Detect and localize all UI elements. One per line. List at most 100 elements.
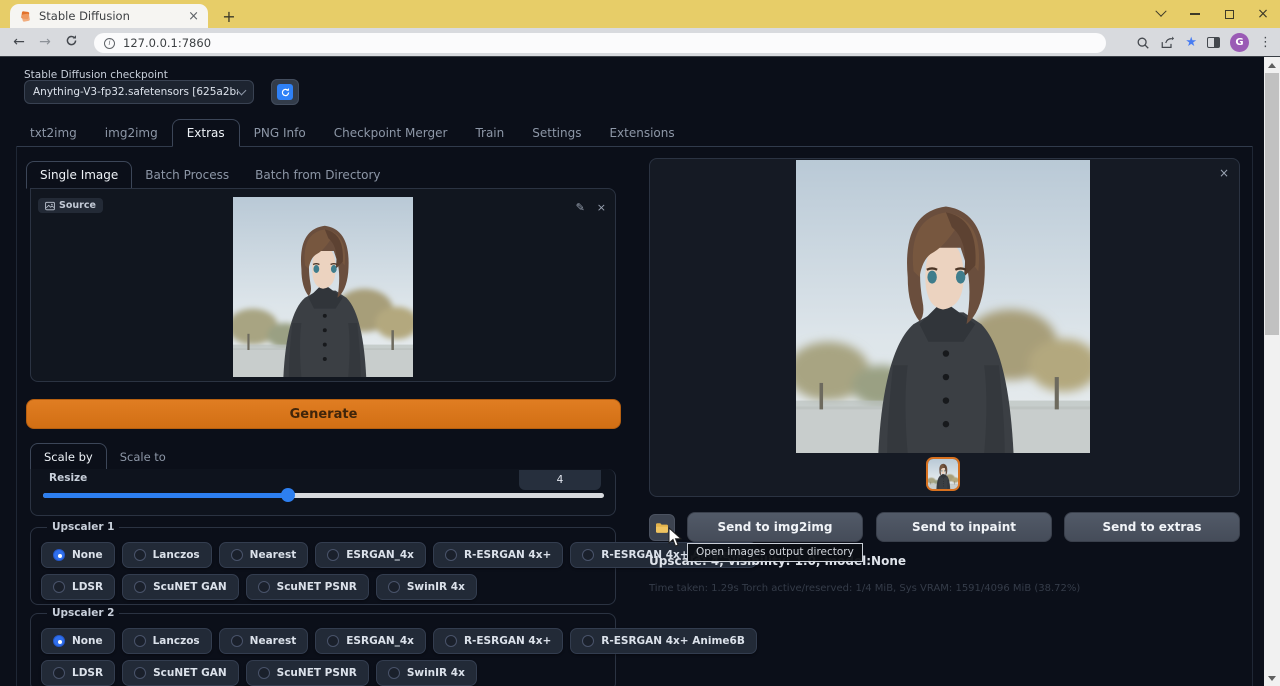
reload-button[interactable] [58,34,84,51]
subtab-single-image[interactable]: Single Image [26,161,132,189]
option-label: None [72,549,103,561]
radio-icon [582,635,594,647]
upscaler2-option-resrgan4x[interactable]: R-ESRGAN 4x+ [433,628,563,654]
upscaler1-option-nearest[interactable]: Nearest [219,542,309,568]
url-text: 127.0.0.1:7860 [123,36,211,50]
gallery-close-icon[interactable]: × [1219,166,1229,180]
favicon-stable-diffusion [19,10,32,23]
upscaler1-option-scunet-gan[interactable]: ScuNET GAN [122,574,239,600]
option-label: R-ESRGAN 4x+ Anime6B [601,635,745,647]
maximize-button[interactable] [1212,0,1246,28]
tab-scale-to[interactable]: Scale to [107,444,179,470]
upscaler2-option-scunet-gan[interactable]: ScuNET GAN [122,660,239,686]
minimize-button[interactable] [1178,0,1212,28]
source-label: Source [59,200,96,211]
radio-icon [327,635,339,647]
zoom-icon[interactable] [1136,36,1150,50]
upscaler1-option-resrgan4x[interactable]: R-ESRGAN 4x+ [433,542,563,568]
refresh-checkpoint-button[interactable] [271,79,299,105]
upscaler2-option-scunet-psnr[interactable]: ScuNET PSNR [246,660,369,686]
tab-txt2img[interactable]: txt2img [16,120,91,146]
upscaler2-option-none[interactable]: None [41,628,115,654]
address-bar[interactable]: i 127.0.0.1:7860 [94,33,1106,53]
forward-button[interactable]: → [32,34,58,50]
upscaler1-option-none[interactable]: None [41,542,115,568]
upscaler2-option-nearest[interactable]: Nearest [219,628,309,654]
send-to-img2img-button[interactable]: Send to img2img [687,512,863,542]
tab-extras[interactable]: Extras [172,119,240,147]
scrollbar-down-icon[interactable] [1268,676,1276,681]
resize-slider[interactable] [43,493,604,498]
tab-search-chevron-icon[interactable] [1144,0,1178,28]
tab-checkpoint-merger[interactable]: Checkpoint Merger [320,120,462,146]
upscaler2-option-resrgan-anime6b[interactable]: R-ESRGAN 4x+ Anime6B [570,628,757,654]
screen: Stable Diffusion × + × ← → i 127.0.0.1:7… [0,0,1280,686]
option-label: SwinIR 4x [407,581,465,593]
tab-extensions[interactable]: Extensions [595,120,688,146]
tab-png-info[interactable]: PNG Info [240,120,320,146]
clear-image-icon[interactable]: × [597,201,606,214]
option-label: Lanczos [153,549,200,561]
result-image[interactable] [796,160,1090,453]
upscaler1-option-lanczos[interactable]: Lanczos [122,542,212,568]
new-tab-button[interactable]: + [218,5,240,27]
subtab-batch-from-directory[interactable]: Batch from Directory [242,162,393,188]
checkpoint-dropdown[interactable]: Anything-V3-fp32.safetensors [625a2ba2] [24,80,254,104]
side-panel-icon[interactable] [1207,37,1220,48]
image-icon [45,201,55,211]
upscaler1-option-swinir4x[interactable]: SwinIR 4x [376,574,477,600]
upscaler2-legend: Upscaler 2 [47,607,119,619]
radio-checked-icon [53,635,65,647]
result-thumbnail-selected[interactable] [926,457,960,491]
option-label: ScuNET PSNR [277,667,357,679]
resize-number-input[interactable]: 4 [519,470,601,490]
upscaler2-option-esrgan4x[interactable]: ESRGAN_4x [315,628,426,654]
subtab-batch-process[interactable]: Batch Process [132,162,242,188]
site-info-icon[interactable]: i [104,38,115,49]
radio-icon [134,581,146,593]
upscaler1-option-ldsr[interactable]: LDSR [41,574,115,600]
scrollbar-up-icon[interactable] [1268,63,1276,68]
radio-icon [258,667,270,679]
slider-thumb[interactable] [281,488,295,502]
tab-settings[interactable]: Settings [518,120,595,146]
tab-scale-by[interactable]: Scale by [30,443,107,471]
checkpoint-value: Anything-V3-fp32.safetensors [625a2ba2] [33,86,238,98]
upscaler2-option-lanczos[interactable]: Lanczos [122,628,212,654]
upscaler2-option-ldsr[interactable]: LDSR [41,660,115,686]
source-tag: Source [38,198,103,213]
radio-icon [53,581,65,593]
option-label: Lanczos [153,635,200,647]
scale-tab-bar: Scale by Scale to [30,442,616,470]
back-button[interactable]: ← [6,34,32,50]
option-label: SwinIR 4x [407,667,465,679]
menu-dots-icon[interactable]: ⋮ [1259,35,1272,50]
browser-tab-title: Stable Diffusion [39,9,181,23]
tab-img2img[interactable]: img2img [91,120,172,146]
share-icon[interactable] [1160,36,1175,50]
page-scrollbar[interactable] [1264,57,1280,686]
slider-fill [43,493,288,498]
radio-icon [134,549,146,561]
send-to-inpaint-button[interactable]: Send to inpaint [876,512,1052,542]
tab-close-icon[interactable]: × [188,10,199,23]
window-close-button[interactable]: × [1246,0,1280,28]
radio-icon [134,635,146,647]
send-to-extras-button[interactable]: Send to extras [1064,512,1240,542]
upscaler1-legend: Upscaler 1 [47,521,119,533]
generate-button[interactable]: Generate [26,399,621,429]
browser-tab[interactable]: Stable Diffusion × [10,4,208,28]
option-label: ScuNET GAN [153,667,227,679]
upscaler1-option-scunet-psnr[interactable]: ScuNET PSNR [246,574,369,600]
source-image[interactable] [233,197,413,377]
profile-avatar[interactable]: G [1230,33,1249,52]
scrollbar-thumb[interactable] [1265,73,1279,335]
option-label: LDSR [72,581,103,593]
edit-image-icon[interactable]: ✎ [576,201,585,214]
upscaler2-option-swinir4x[interactable]: SwinIR 4x [376,660,477,686]
upscaler1-option-esrgan4x[interactable]: ESRGAN_4x [315,542,426,568]
refresh-icon [277,84,293,100]
bookmark-star-icon[interactable]: ★ [1185,35,1197,50]
mouse-cursor [668,527,683,548]
tab-train[interactable]: Train [461,120,518,146]
